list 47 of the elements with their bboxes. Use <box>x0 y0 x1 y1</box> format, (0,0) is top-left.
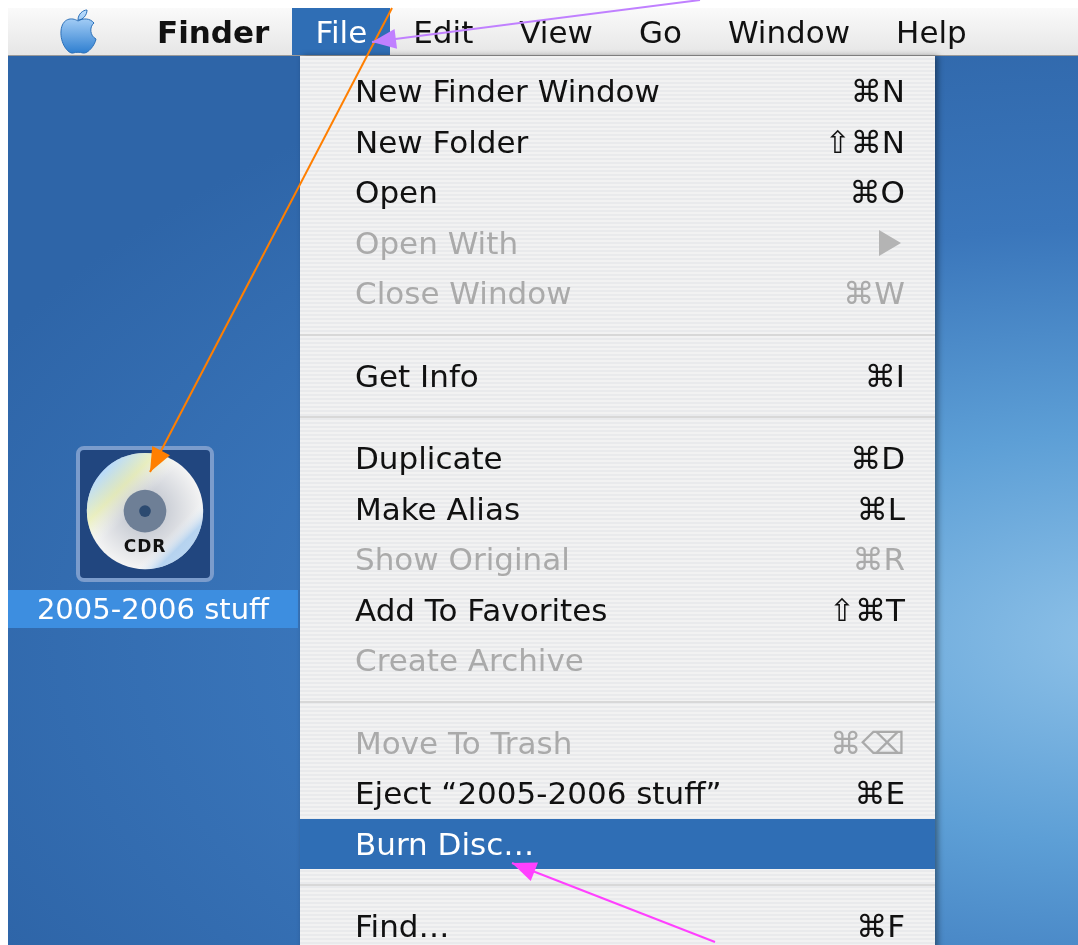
keyboard-shortcut: ⌘O <box>848 174 905 211</box>
keyboard-shortcut: ⌘N <box>849 73 905 110</box>
keyboard-shortcut: ⌘I <box>863 357 905 394</box>
menu-item[interactable]: Find… ⌘F <box>300 901 935 945</box>
menu-item[interactable]: Burn Disc… <box>300 818 935 869</box>
menu-item[interactable]: Eject “2005-2006 stuff” ⌘E <box>300 768 935 819</box>
menu-item-label: Move To Trash <box>355 724 574 761</box>
menu-item-label: Burn Disc… <box>355 825 536 862</box>
menu-bar-item[interactable]: Edit <box>390 8 497 55</box>
menu-bar-item[interactable]: Go <box>615 8 705 55</box>
menu-bar-item[interactable]: Help <box>873 8 990 55</box>
menu-item-label: Add To Favorites <box>355 591 609 628</box>
apple-logo-icon[interactable] <box>58 8 98 55</box>
menu-bar-item[interactable]: Finder <box>134 8 293 55</box>
menu-item-label: Close Window <box>355 275 573 312</box>
keyboard-shortcut: ⌘W <box>843 275 905 312</box>
menu-item[interactable]: Make Alias ⌘L <box>300 483 935 534</box>
menu-bar-item[interactable]: Window <box>704 8 874 55</box>
menu-item-label: Create Archive <box>355 642 585 679</box>
menu-item-label: New Folder <box>355 123 530 160</box>
menu-item[interactable]: Duplicate ⌘D <box>300 433 935 484</box>
keyboard-shortcut: ⌘⌫ <box>830 724 905 761</box>
menu-item-label: Find… <box>355 908 451 945</box>
menu-item[interactable]: Add To Favorites ⇧⌘T <box>300 584 935 635</box>
menu-item-label: New Finder Window <box>355 73 661 110</box>
menu-item-label: Make Alias <box>355 490 522 527</box>
keyboard-shortcut: ⌘E <box>853 775 905 812</box>
menu-item[interactable]: New Folder ⇧⌘N <box>300 116 935 167</box>
menu-item-label: Get Info <box>355 357 480 394</box>
menu-item-label: Open <box>355 174 439 211</box>
menu-item-label: Show Original <box>355 541 571 578</box>
disc-label: CDR <box>122 536 168 556</box>
menu-item[interactable]: Get Info ⌘I <box>300 350 935 401</box>
keyboard-shortcut: ⌘R <box>851 541 905 578</box>
menu-item-label: Open With <box>355 224 520 261</box>
menu-item-label: Eject “2005-2006 stuff” <box>355 775 723 812</box>
keyboard-shortcut: ⌘F <box>855 908 905 945</box>
menu-item-label: Duplicate <box>355 440 504 477</box>
keyboard-shortcut: ⇧⌘T <box>829 591 905 628</box>
menu-item[interactable]: New Finder Window ⌘N <box>300 66 935 117</box>
submenu-arrow-icon <box>879 229 901 256</box>
keyboard-shortcut: ⌘L <box>855 490 905 527</box>
menu-bar-item[interactable]: File <box>292 8 391 55</box>
keyboard-shortcut: ⇧⌘N <box>824 123 905 160</box>
keyboard-shortcut: ⌘D <box>849 440 905 477</box>
menu-bar-item[interactable]: View <box>496 8 616 55</box>
menu-item[interactable]: Open ⌘O <box>300 167 935 218</box>
